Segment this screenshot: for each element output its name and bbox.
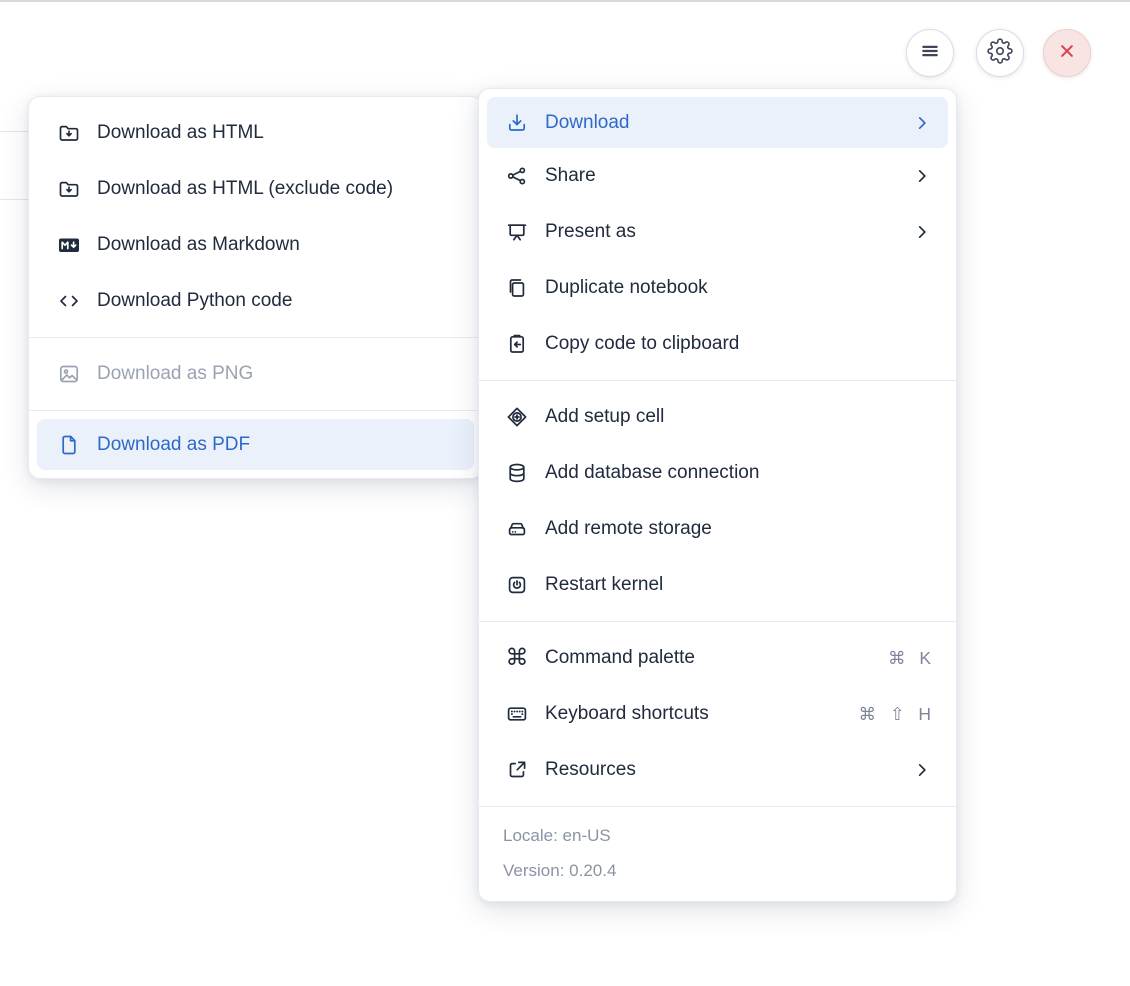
menu-item-present-as[interactable]: Present as	[479, 204, 956, 260]
menu-item-add-database-connection[interactable]: Add database connection	[479, 445, 956, 501]
menu-item-download-as-html-exclude-code[interactable]: Download as HTML (exclude code)	[29, 161, 482, 217]
download-icon	[505, 111, 529, 135]
database-icon	[505, 461, 529, 485]
menu-item-label: Add setup cell	[545, 406, 665, 427]
menu-separator	[479, 621, 956, 622]
menu-item-download[interactable]: Download	[487, 97, 948, 148]
menu-item-command-palette[interactable]: ⌘ Command palette ⌘ K	[479, 630, 956, 686]
background-content-line	[0, 199, 29, 200]
file-icon	[57, 433, 81, 457]
menu-separator	[29, 410, 482, 411]
chevron-right-icon	[912, 222, 932, 242]
menu-item-add-remote-storage[interactable]: Add remote storage	[479, 501, 956, 557]
menu-item-restart-kernel[interactable]: Restart kernel	[479, 557, 956, 613]
menu-item-resources[interactable]: Resources	[479, 742, 956, 798]
hamburger-menu-button[interactable]	[906, 29, 954, 77]
menu-item-label: Restart kernel	[545, 574, 664, 595]
menu-item-label: Download as PNG	[97, 363, 254, 384]
diamond-plus-icon	[505, 405, 529, 429]
menu-item-label: Copy code to clipboard	[545, 333, 740, 354]
menu-item-copy-code-to-clipboard[interactable]: Copy code to clipboard	[479, 316, 956, 372]
version-label: Version: 0.20.4	[503, 861, 617, 880]
menu-item-label: Download	[545, 111, 630, 133]
download-submenu: Download as HTML Download as HTML (exclu…	[28, 96, 483, 479]
power-icon	[505, 573, 529, 597]
page-top-divider	[0, 0, 1130, 2]
menu-item-label: Download as PDF	[97, 433, 251, 455]
close-icon	[1054, 38, 1080, 69]
chevron-right-icon	[912, 113, 932, 133]
menu-item-label: Share	[545, 165, 596, 186]
clipboard-arrow-icon	[505, 332, 529, 356]
menu-item-keyboard-shortcuts[interactable]: Keyboard shortcuts ⌘ ⇧ H	[479, 686, 956, 742]
menu-item-label: Resources	[545, 759, 636, 780]
external-link-icon	[505, 758, 529, 782]
menu-item-download-as-png: Download as PNG	[29, 346, 482, 402]
menu-item-label: Keyboard shortcuts	[545, 703, 709, 724]
share-icon	[505, 164, 529, 188]
menu-item-add-setup-cell[interactable]: Add setup cell	[479, 389, 956, 445]
command-icon: ⌘	[505, 645, 529, 671]
menu-item-label: Add database connection	[545, 462, 760, 483]
close-button[interactable]	[1043, 29, 1091, 77]
settings-button[interactable]	[976, 29, 1024, 77]
background-content-line	[0, 131, 29, 132]
menu-separator	[479, 380, 956, 381]
shortcut-label: ⌘ ⇧ H	[858, 703, 932, 724]
menu-item-label: Download as HTML (exclude code)	[97, 178, 394, 199]
code-icon	[57, 289, 81, 313]
menu-item-label: Add remote storage	[545, 518, 712, 539]
folder-download-icon	[57, 121, 81, 145]
hamburger-icon	[917, 38, 943, 69]
menu-item-download-as-markdown[interactable]: Download as Markdown	[29, 217, 482, 273]
menu-item-duplicate-notebook[interactable]: Duplicate notebook	[479, 260, 956, 316]
gear-icon	[987, 37, 1013, 69]
menu-item-label: Download as Markdown	[97, 234, 300, 255]
chevron-right-icon	[912, 166, 932, 186]
menu-item-download-as-pdf[interactable]: Download as PDF	[37, 419, 474, 470]
menu-separator	[29, 337, 482, 338]
menu-item-label: Download Python code	[97, 290, 293, 311]
storage-icon	[505, 517, 529, 541]
folder-download-icon	[57, 177, 81, 201]
image-icon	[57, 362, 81, 386]
duplicate-icon	[505, 276, 529, 300]
menu-item-label: Present as	[545, 221, 636, 242]
menu-item-share[interactable]: Share	[479, 148, 956, 204]
menu-item-download-as-html[interactable]: Download as HTML	[29, 105, 482, 161]
menu-item-label: Download as HTML	[97, 122, 264, 143]
menu-item-download-python-code[interactable]: Download Python code	[29, 273, 482, 329]
locale-label: Locale: en-US	[503, 826, 611, 845]
notebook-main-menu: Download Share Present as Duplicate note…	[478, 88, 957, 902]
menu-footer: Locale: en-US Version: 0.20.4	[479, 806, 956, 901]
keyboard-icon	[505, 702, 529, 726]
menu-item-label: Duplicate notebook	[545, 277, 708, 298]
chevron-right-icon	[912, 760, 932, 780]
menu-item-label: Command palette	[545, 647, 695, 668]
presentation-icon	[505, 220, 529, 244]
markdown-icon	[57, 233, 81, 257]
shortcut-label: ⌘ K	[887, 647, 932, 668]
